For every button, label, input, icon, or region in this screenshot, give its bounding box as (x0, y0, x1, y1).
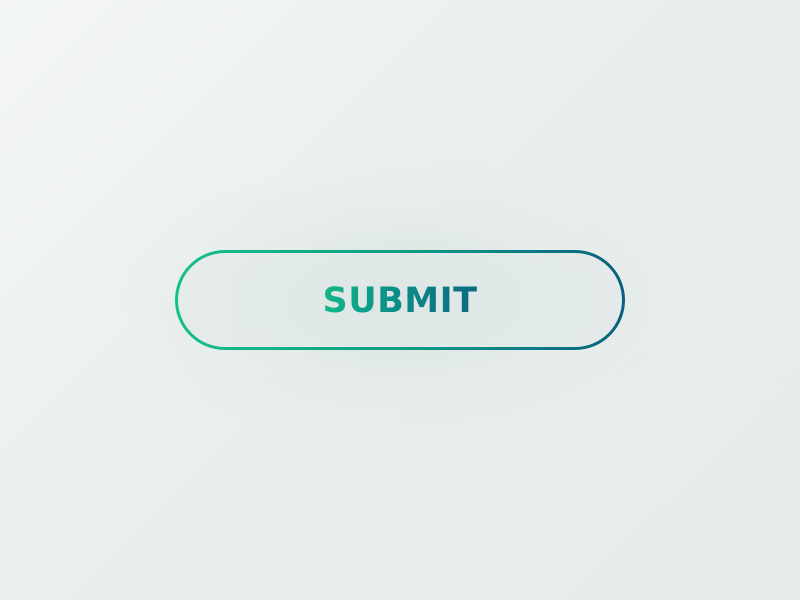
submit-button-container: SUBMIT (175, 250, 625, 350)
submit-button-label: SUBMIT (322, 280, 478, 321)
page-background: SUBMIT (0, 0, 800, 600)
submit-button[interactable]: SUBMIT (175, 250, 625, 350)
